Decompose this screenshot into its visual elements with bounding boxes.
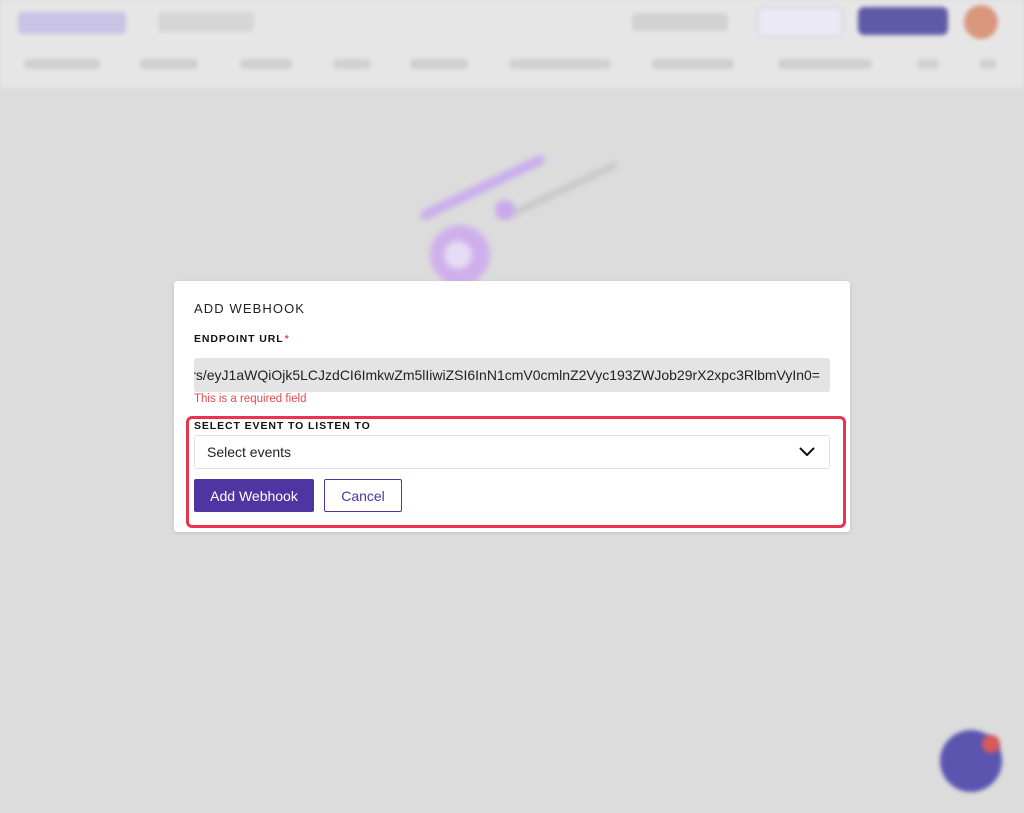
header-link — [632, 13, 728, 31]
required-asterisk: * — [284, 333, 290, 345]
header-outline-button — [757, 7, 843, 37]
endpoint-error-message: This is a required field — [194, 393, 307, 405]
chevron-down-icon — [799, 447, 815, 456]
event-select-placeholder: Select events — [207, 444, 292, 460]
cancel-button[interactable]: Cancel — [324, 479, 402, 512]
add-webhook-button[interactable]: Add Webhook — [194, 479, 314, 512]
event-select-label: SELECT EVENT TO LISTEN TO — [194, 420, 371, 432]
endpoint-url-value: ers/eyJ1aWQiOjk5LCJzdCI6ImkwZm5lIiwiZSI6… — [194, 367, 820, 383]
background-header — [0, 0, 1024, 90]
endpoint-url-label: ENDPOINT URL* — [194, 333, 290, 345]
endpoint-url-label-text: ENDPOINT URL — [194, 333, 284, 345]
endpoint-url-input[interactable]: ers/eyJ1aWQiOjk5LCJzdCI6ImkwZm5lIiwiZSI6… — [194, 358, 830, 392]
workspace-selector — [158, 12, 254, 32]
add-webhook-dialog: ADD WEBHOOK ENDPOINT URL* ers/eyJ1aWQiOj… — [174, 281, 850, 532]
header-primary-button — [858, 7, 948, 35]
notification-badge — [982, 735, 1000, 753]
background-nav — [0, 44, 1024, 84]
event-select-dropdown[interactable]: Select events — [194, 435, 830, 469]
dialog-title: ADD WEBHOOK — [194, 301, 306, 316]
app-logo — [18, 12, 126, 34]
avatar — [964, 5, 998, 39]
background-illustration — [420, 155, 618, 285]
header-divider — [0, 88, 1024, 89]
